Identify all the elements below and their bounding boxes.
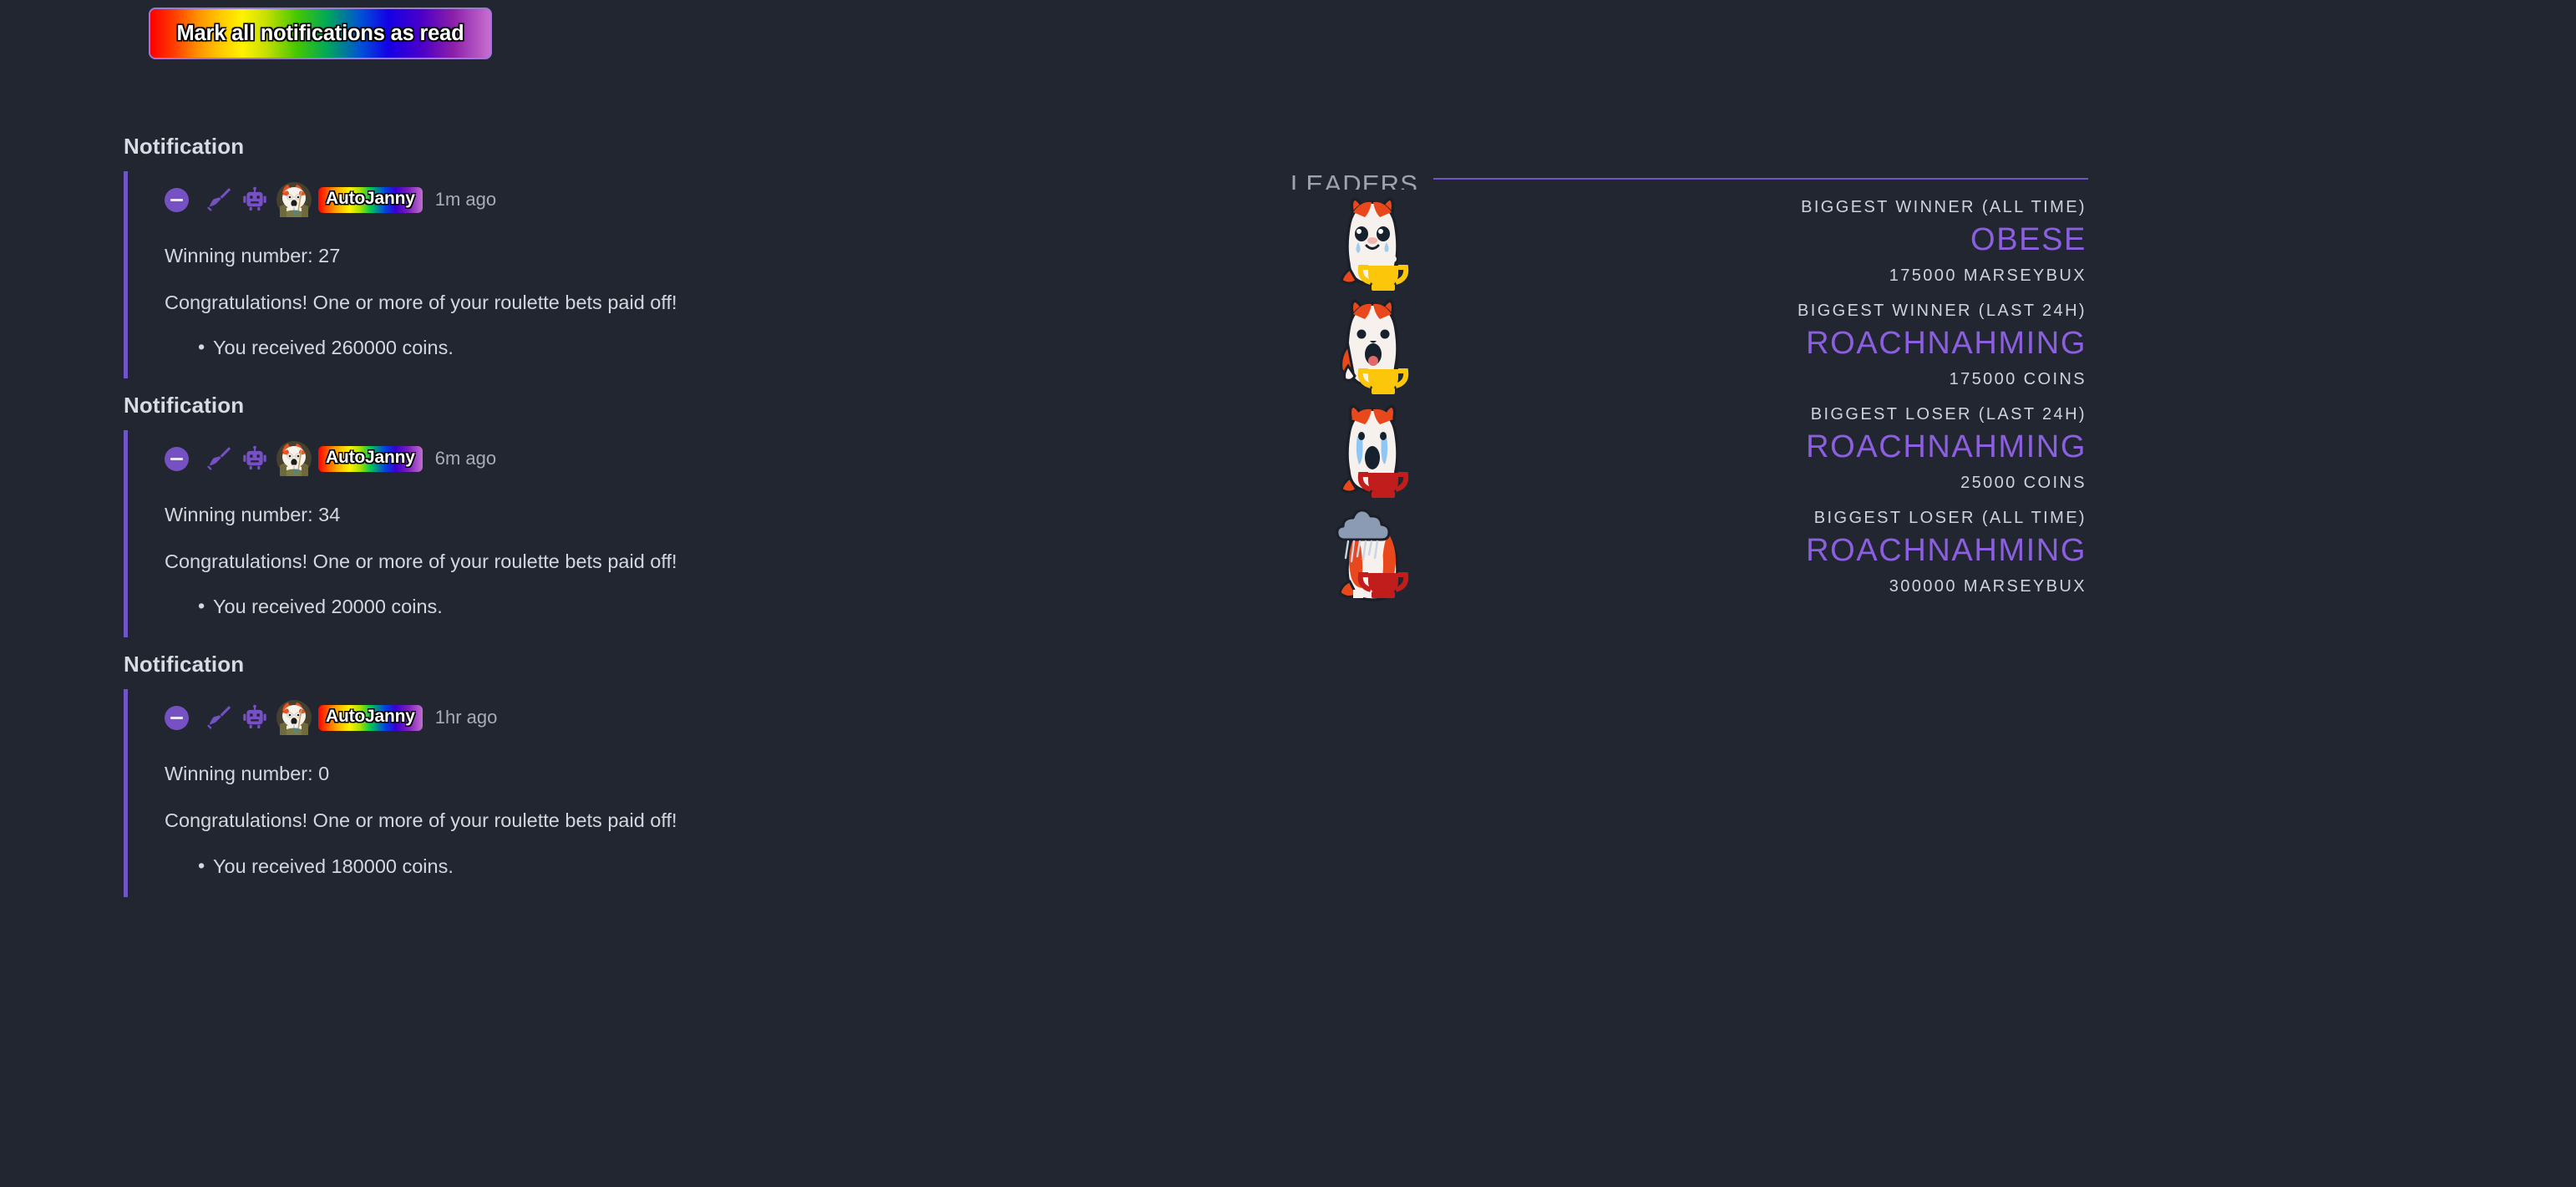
username-badge[interactable]: AutoJanny	[318, 704, 423, 731]
notification-card: AutoJanny 6m ago Winning number: 34 Cong…	[124, 430, 1201, 638]
notification-heading: Notification	[124, 393, 245, 418]
payout-item: You received 260000 coins.	[198, 332, 1201, 362]
leader-label: BIGGEST WINNER (LAST 24H)	[1798, 302, 2087, 321]
robot-icon[interactable]	[241, 186, 268, 213]
leader-info: BIGGEST LOSER (LAST 24H) ROACHNAHMING 25…	[1422, 405, 2088, 492]
congratulations-text: Congratulations! One or more of your rou…	[165, 292, 677, 314]
leader-username[interactable]: OBESE	[1970, 221, 2087, 261]
leader-amount: 25000 COINS	[1960, 473, 2087, 492]
minus-circle-icon[interactable]	[165, 705, 189, 730]
notification-card: AutoJanny 1hr ago Winning number: 0 Cong…	[124, 689, 1201, 897]
timestamp[interactable]: 1m ago	[435, 189, 496, 211]
leader-label: BIGGEST LOSER (ALL TIME)	[1813, 509, 2087, 528]
username-badge[interactable]: AutoJanny	[318, 186, 423, 213]
payout-list: You received 260000 coins.	[165, 332, 1201, 362]
leader-info: BIGGEST WINNER (LAST 24H) ROACHNAHMING 1…	[1422, 302, 2088, 388]
congratulations-text: Congratulations! One or more of your rou…	[165, 550, 677, 573]
leader-row: BIGGEST LOSER (LAST 24H) ROACHNAHMING 25…	[1291, 397, 2088, 500]
notification-list: Notification AutoJanny 1m ago Winning nu…	[124, 134, 1201, 911]
username-badge[interactable]: AutoJanny	[318, 445, 423, 472]
broom-icon[interactable]	[205, 444, 233, 473]
notification-item: Notification	[124, 134, 1201, 379]
notification-meta: AutoJanny 1m ago	[165, 181, 1201, 218]
avatar[interactable]	[276, 699, 312, 736]
payout-item: You received 180000 coins.	[198, 850, 1201, 880]
broom-icon[interactable]	[205, 185, 233, 214]
notifications-page: Mark all notifications as read Notificat…	[0, 0, 2576, 1187]
notification-meta: AutoJanny 6m ago	[165, 440, 1201, 477]
leader-row: BIGGEST WINNER (ALL TIME) OBESE 175000 M…	[1291, 190, 2088, 293]
leader-amount: 175000 MARSEYBUX	[1889, 266, 2087, 285]
minus-circle-icon[interactable]	[165, 187, 189, 212]
avatar[interactable]	[276, 181, 312, 218]
leader-label: BIGGEST LOSER (LAST 24H)	[1810, 405, 2087, 424]
winning-number-text: Winning number: 34	[165, 504, 341, 526]
payout-list: You received 180000 coins.	[165, 850, 1201, 880]
notification-body: Winning number: 34 Congratulations! One …	[165, 477, 1201, 621]
robot-icon[interactable]	[241, 704, 268, 731]
notification-body: Winning number: 0 Congratulations! One o…	[165, 736, 1201, 880]
payout-list: You received 20000 coins.	[165, 591, 1201, 621]
leader-row: BIGGEST WINNER (LAST 24H) ROACHNAHMING 1…	[1291, 293, 2088, 397]
leaders-title: LEADERS	[1291, 170, 1419, 190]
payout-item: You received 20000 coins.	[198, 591, 1201, 621]
marsey-raincloud-red-trophy-icon	[1328, 503, 1422, 601]
timestamp[interactable]: 6m ago	[435, 448, 496, 469]
notification-heading: Notification	[124, 134, 245, 159]
leader-username[interactable]: ROACHNAHMING	[1806, 324, 2087, 364]
marsey-cheering-gold-trophy-icon	[1328, 296, 1422, 394]
notification-item: Notification	[124, 652, 1201, 897]
robot-icon[interactable]	[241, 445, 268, 472]
notification-card: AutoJanny 1m ago Winning number: 27 Cong…	[124, 171, 1201, 379]
notification-meta: AutoJanny 1hr ago	[165, 699, 1201, 736]
leader-amount: 175000 COINS	[1949, 369, 2087, 388]
congratulations-text: Congratulations! One or more of your rou…	[165, 809, 677, 832]
marsey-sobbing-red-trophy-icon	[1328, 399, 1422, 498]
marsey-crying-gold-trophy-icon	[1328, 192, 1422, 291]
timestamp[interactable]: 1hr ago	[435, 707, 498, 728]
notification-body: Winning number: 27 Congratulations! One …	[165, 218, 1201, 362]
notification-heading: Notification	[124, 652, 245, 677]
leader-label: BIGGEST WINNER (ALL TIME)	[1801, 198, 2087, 217]
broom-icon[interactable]	[205, 703, 233, 732]
leaders-panel: LEADERS BIGGEST WINNER (ALL TIME) OBESE …	[1291, 166, 2088, 604]
leaders-divider	[1433, 178, 2088, 180]
leader-username[interactable]: ROACHNAHMING	[1806, 428, 2087, 468]
leader-amount: 300000 MARSEYBUX	[1889, 576, 2087, 596]
leaders-header: LEADERS	[1291, 166, 2088, 190]
mark-all-read-container: Mark all notifications as read	[149, 8, 492, 59]
minus-circle-icon[interactable]	[165, 446, 189, 471]
winning-number-text: Winning number: 27	[165, 245, 341, 266]
leader-username[interactable]: ROACHNAHMING	[1806, 531, 2087, 571]
mark-all-notifications-read-button[interactable]: Mark all notifications as read	[149, 8, 492, 59]
leader-row: BIGGEST LOSER (ALL TIME) ROACHNAHMING 30…	[1291, 500, 2088, 604]
leader-info: BIGGEST LOSER (ALL TIME) ROACHNAHMING 30…	[1422, 509, 2088, 596]
leader-info: BIGGEST WINNER (ALL TIME) OBESE 175000 M…	[1422, 198, 2088, 285]
notification-item: Notification	[124, 393, 1201, 638]
winning-number-text: Winning number: 0	[165, 763, 330, 785]
avatar[interactable]	[276, 440, 312, 477]
